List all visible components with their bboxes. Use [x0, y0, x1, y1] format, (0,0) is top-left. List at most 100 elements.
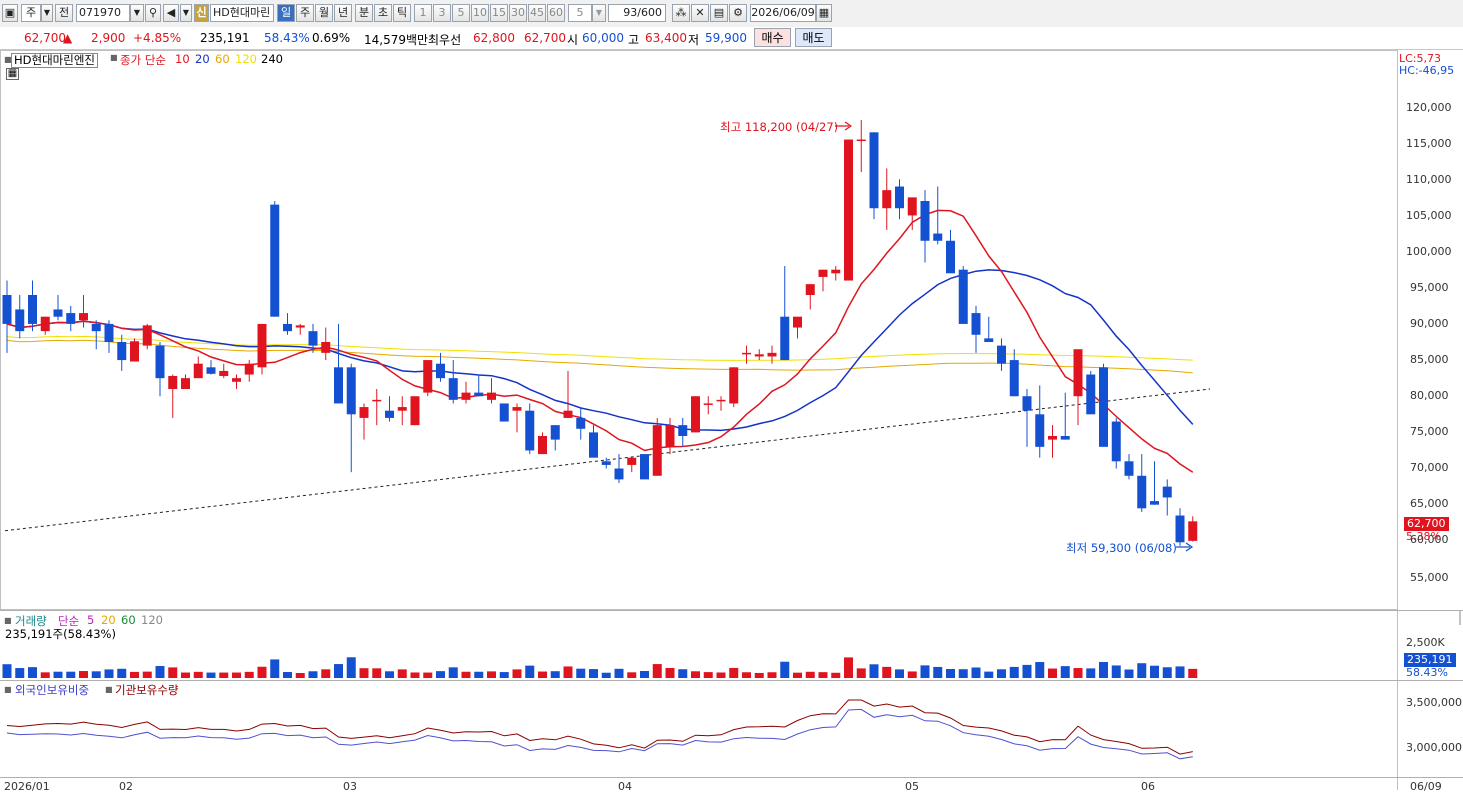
candle-body [474, 392, 484, 397]
y-tick: 75,000 [1410, 425, 1449, 438]
holding-y-tick: 3,500,000 [1406, 696, 1462, 709]
volume-bar [1137, 663, 1147, 678]
period-month-tab[interactable]: 월 [315, 4, 333, 22]
best-bid: 62,700 [524, 31, 566, 45]
chart-area: HD현대마린엔진 ■ ■ 종가 단순 10 20 60 120 240 ▦ LC… [0, 50, 1463, 797]
period-tick-tab[interactable]: 틱 [393, 4, 411, 22]
interval-input[interactable]: 5 [568, 4, 592, 22]
volume-bar [206, 672, 216, 678]
volume-bar [334, 664, 343, 678]
y-tick: 90,000 [1410, 317, 1449, 330]
volume-bar [181, 672, 190, 678]
volume-bar [742, 672, 751, 678]
volume-bar [780, 661, 790, 678]
current-price: 62,700 [24, 31, 66, 45]
volume-bar [665, 667, 675, 678]
period-year-tab[interactable]: 년 [334, 4, 352, 22]
candle-body [767, 352, 777, 357]
chart-type-icon[interactable]: ⁂ [672, 4, 690, 22]
candle-body [1162, 486, 1172, 498]
candle-body [168, 375, 178, 389]
volume-bar [474, 671, 484, 678]
candle-body [907, 197, 917, 216]
volume-bar [1175, 666, 1185, 678]
x-tick: 06 [1141, 780, 1155, 793]
volume-bar [130, 671, 139, 678]
volume-bar [499, 672, 509, 678]
period-minute-tab[interactable]: 분 [355, 4, 373, 22]
volume-bar [1150, 665, 1159, 678]
period-week-tab[interactable]: 주 [296, 4, 314, 22]
kind-button[interactable]: 전 [55, 4, 73, 22]
stock-code-input[interactable]: 071970 [76, 4, 130, 22]
interval-30-button[interactable]: 30 [509, 4, 527, 22]
volume-bar [423, 672, 433, 678]
open-label: 시 [567, 33, 579, 47]
volume-bar [1073, 668, 1083, 678]
volume-bar [895, 669, 904, 678]
candle-body [91, 323, 101, 332]
volume-bar [104, 669, 114, 678]
period-day-tab[interactable]: 일 [277, 4, 295, 22]
speaker-icon[interactable]: ◀ [163, 4, 179, 22]
volume-bar [2, 664, 12, 678]
volume-bar [91, 671, 101, 678]
stock-title-box[interactable]: HD현대마린엔진 [11, 53, 98, 68]
speaker-dropdown-icon[interactable]: ▼ [180, 4, 192, 22]
market-select[interactable]: 주 [21, 4, 41, 22]
settings-gear-icon[interactable]: ⚙ [729, 4, 747, 22]
layout-icon[interactable]: ▣ [2, 4, 18, 22]
volume-bar [997, 669, 1006, 678]
x-tick: 06/09 [1410, 780, 1442, 793]
volume-current-tag: 235,191 [1404, 653, 1456, 667]
change-value: 2,900 [91, 31, 126, 45]
save-icon[interactable]: ▤ [710, 4, 728, 22]
candle-body [423, 360, 433, 393]
foreign-holding-label[interactable]: 외국인보유비중 [15, 682, 89, 698]
interval-45-button[interactable]: 45 [528, 4, 546, 22]
candle-body [40, 316, 50, 332]
y-tick: 70,000 [1410, 461, 1449, 474]
holding2-marker-icon: ■ [105, 685, 113, 694]
buy-button[interactable]: 매수 [754, 28, 791, 47]
draw-tool-icon[interactable]: ✕ [691, 4, 709, 22]
interval-15-button[interactable]: 15 [490, 4, 508, 22]
interval-dropdown-icon[interactable]: ▼ [592, 4, 606, 22]
candle-body [295, 325, 305, 328]
period-second-tab[interactable]: 초 [374, 4, 392, 22]
change-percent: +4.85% [133, 31, 182, 45]
volume-bar [359, 668, 369, 678]
institution-holding-label[interactable]: 기관보유수량 [115, 682, 178, 698]
market-dropdown-icon[interactable]: ▼ [41, 4, 53, 22]
grid-toggle-icon[interactable]: ▦ [6, 68, 19, 80]
candle-body [678, 425, 688, 436]
candle-body [1188, 521, 1198, 541]
price-chart-svg[interactable] [0, 50, 1463, 797]
y-tick: 65,000 [1410, 497, 1449, 510]
candle-body [385, 410, 394, 418]
x-tick: 02 [119, 780, 133, 793]
volume-bar [512, 669, 522, 678]
candle-body [219, 370, 229, 376]
data-count-field[interactable]: 93/600 [608, 4, 666, 22]
candle-body [563, 410, 573, 418]
search-icon[interactable]: ⚲ [145, 4, 161, 22]
volume-bar [550, 671, 560, 678]
interval-10-button[interactable]: 10 [471, 4, 489, 22]
quote-bar: 62,700 ▲ 2,900 +4.85% 235,191 58.43% 0.6… [0, 27, 1463, 50]
calendar-icon[interactable]: ▦ [816, 4, 832, 22]
ma-indicator-label[interactable]: 종가 단순 [120, 52, 166, 68]
candle-body [117, 342, 127, 361]
volume-bar [1022, 664, 1032, 678]
volume-bar [232, 672, 241, 678]
volume-bar [882, 666, 892, 678]
interval-3-button[interactable]: 3 [433, 4, 451, 22]
sell-button[interactable]: 매도 [795, 28, 832, 47]
foreign-holding-line [6, 708, 1193, 760]
interval-5-button[interactable]: 5 [452, 4, 470, 22]
interval-1-button[interactable]: 1 [414, 4, 432, 22]
date-input[interactable]: 2026/06/09 [750, 4, 816, 22]
interval-60-button[interactable]: 60 [547, 4, 565, 22]
volume-bar [142, 671, 152, 678]
code-dropdown-icon[interactable]: ▼ [130, 4, 144, 22]
